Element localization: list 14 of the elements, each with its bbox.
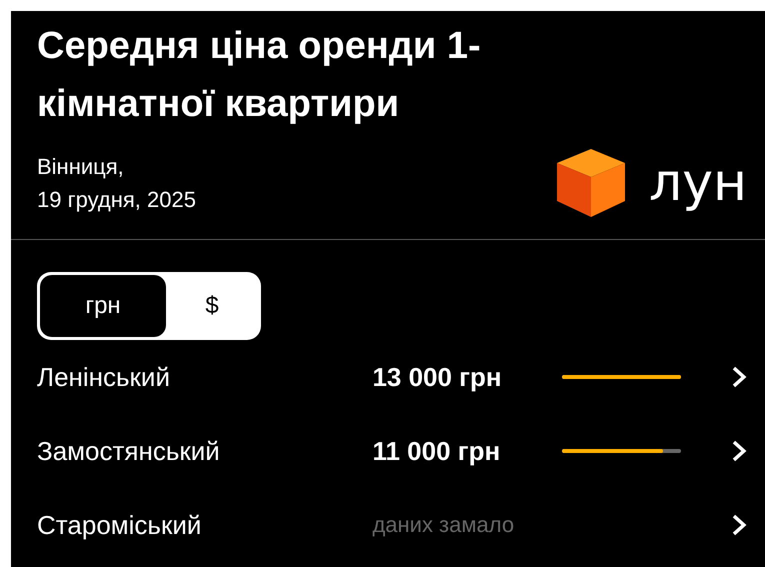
district-name: Староміський	[37, 510, 202, 540]
price: 13 000 грн	[372, 362, 503, 392]
location-date: Вінниця, 19 грудня, 2025	[37, 153, 196, 214]
chevron-right-icon[interactable]	[731, 439, 747, 463]
chevron-right-icon[interactable]	[731, 513, 747, 537]
title: Середня ціна оренди 1-кімнатної квартири	[37, 24, 482, 127]
logo-text: лун	[648, 157, 747, 209]
cube-icon	[554, 147, 627, 219]
chevron-right-icon[interactable]	[731, 365, 747, 389]
district-name: Замостянський	[37, 436, 221, 466]
district-name: Ленінський	[37, 362, 171, 392]
no-data-note: даних замало	[372, 512, 516, 538]
currency-tab[interactable]: грн	[40, 275, 166, 337]
price: 11 000 грн	[372, 436, 502, 466]
